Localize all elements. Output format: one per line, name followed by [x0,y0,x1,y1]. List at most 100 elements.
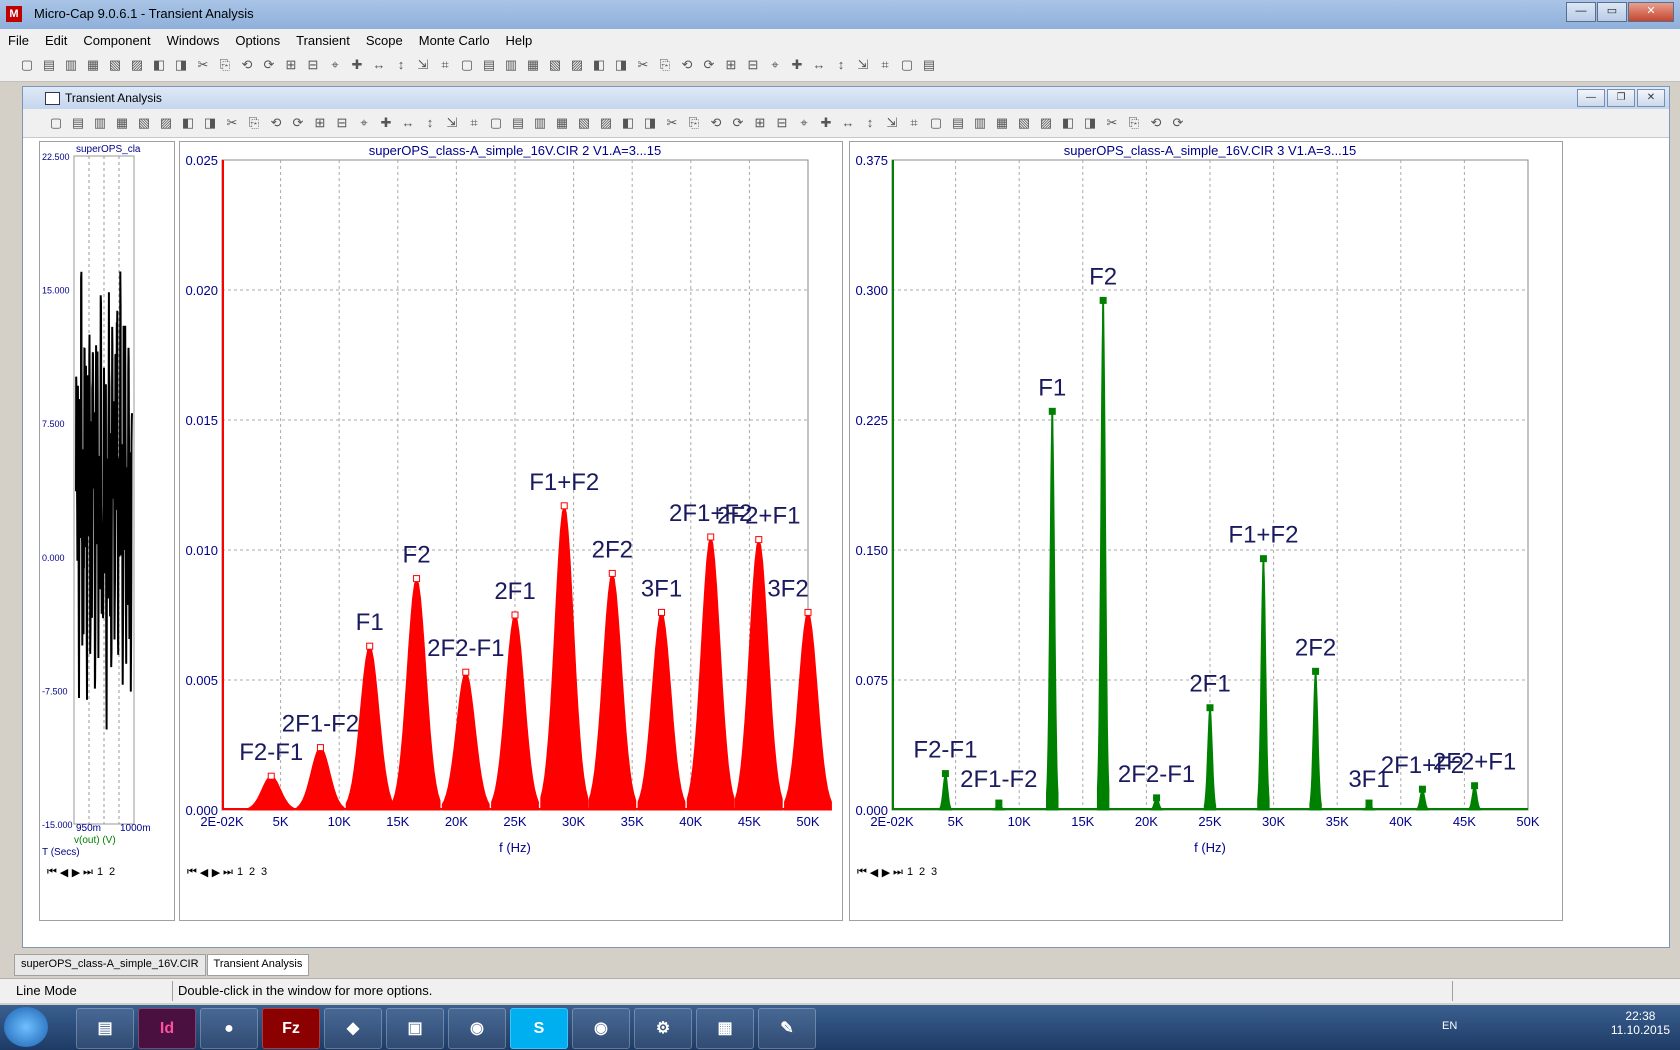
toolbar-button-icon[interactable]: ▨ [157,114,175,132]
toolbar-button-icon[interactable]: ▨ [128,56,146,74]
toolbar-button-icon[interactable]: ✂ [194,56,212,74]
toolbar-button-icon[interactable]: ⇲ [443,114,461,132]
toolbar-button-icon[interactable]: ↔ [370,56,388,74]
maximize-button[interactable]: ▭ [1597,2,1627,22]
language-indicator[interactable]: EN [1442,1020,1457,1032]
toolbar-button-icon[interactable]: ▦ [993,114,1011,132]
toolbar-button-icon[interactable]: ⊞ [311,114,329,132]
menu-file[interactable]: File [0,33,37,48]
toolbar-button-icon[interactable]: ⌗ [436,56,454,74]
toolbar-button-icon[interactable]: ⌖ [766,56,784,74]
app-taskbar-icon[interactable]: ● [200,1008,258,1049]
toolbar-button-icon[interactable]: ▤ [480,56,498,74]
nav-last[interactable]: ⏭ [82,866,94,879]
toolbar-button-icon[interactable]: ✂ [634,56,652,74]
toolbar-button-icon[interactable]: ✚ [788,56,806,74]
menu-transient[interactable]: Transient [288,33,358,48]
green-tab-3[interactable]: 3 [928,866,940,878]
minimize-button[interactable]: — [1566,2,1596,22]
media-taskbar-icon[interactable]: ▣ [386,1008,444,1049]
toolbar-button-icon[interactable]: ⌖ [326,56,344,74]
red-tab-3[interactable]: 3 [258,866,270,878]
toolbar-button-icon[interactable]: ◨ [612,56,630,74]
toolbar-button-icon[interactable]: ⟳ [1169,114,1187,132]
paint-taskbar-icon[interactable]: ✎ [758,1008,816,1049]
toolbar-button-icon[interactable]: ▧ [135,114,153,132]
toolbar-button-icon[interactable]: ↔ [399,114,417,132]
filezilla-taskbar-icon[interactable]: Fz [262,1008,320,1049]
toolbar-button-icon[interactable]: ⌗ [465,114,483,132]
red-nav-prev[interactable]: ◀ [198,866,210,879]
doc-tab-circuit[interactable]: superOPS_class-A_simple_16V.CIR [14,954,206,976]
explorer-taskbar-icon[interactable]: ▤ [76,1008,134,1049]
toolbar-button-icon[interactable]: ▧ [546,56,564,74]
red-tab-1[interactable]: 1 [234,866,246,878]
toolbar-button-icon[interactable]: ✚ [377,114,395,132]
toolbar-button-icon[interactable]: ⊟ [333,114,351,132]
toolbar-button-icon[interactable]: ▥ [62,56,80,74]
toolbar-button-icon[interactable]: ⊞ [722,56,740,74]
toolbar-button-icon[interactable]: ◨ [641,114,659,132]
toolbar-button-icon[interactable]: ◧ [179,114,197,132]
green-nav-prev[interactable]: ◀ [868,866,880,879]
toolbar-button-icon[interactable]: ▤ [949,114,967,132]
toolbar-button-icon[interactable]: ⊟ [744,56,762,74]
time-plot-pane[interactable]: superOPS_cla 22.500 15.000 7.500 0.000 -7.50… [39,141,175,921]
toolbar-button-icon[interactable]: ◧ [1059,114,1077,132]
toolbar-button-icon[interactable]: ⎘ [245,114,263,132]
toolbar-button-icon[interactable]: ⇲ [883,114,901,132]
toolbar-button-icon[interactable]: ⎘ [685,114,703,132]
toolbar-button-icon[interactable]: ◨ [1081,114,1099,132]
red-spectrum-pane[interactable]: superOPS_class-A_simple_16V.CIR 2 V1.A=3… [179,141,843,921]
toolbar-button-icon[interactable]: ✚ [348,56,366,74]
toolbar-button-icon[interactable]: ⌖ [795,114,813,132]
toolbar-button-icon[interactable]: ⇲ [414,56,432,74]
calculator-taskbar-icon[interactable]: ▦ [696,1008,754,1049]
toolbar-button-icon[interactable]: ◧ [590,56,608,74]
toolbar-button-icon[interactable]: ▢ [898,56,916,74]
red-nav-next[interactable]: ▶ [210,866,222,879]
toolbar-button-icon[interactable]: ⟳ [729,114,747,132]
toolbar-button-icon[interactable]: ⎘ [1125,114,1143,132]
toolbar-button-icon[interactable]: ⇲ [854,56,872,74]
chrome-taskbar-icon[interactable]: ◉ [448,1008,506,1049]
menu-options[interactable]: Options [227,33,288,48]
toolbar-button-icon[interactable]: ▥ [971,114,989,132]
nav-next[interactable]: ▶ [70,866,82,879]
menu-edit[interactable]: Edit [37,33,75,48]
red-tab-2[interactable]: 2 [246,866,258,878]
toolbar-button-icon[interactable]: ▧ [106,56,124,74]
toolbar-button-icon[interactable]: ⟳ [289,114,307,132]
red-spectrum-chart[interactable]: superOPS_class-A_simple_16V.CIR 2 V1.A=3… [180,142,842,920]
toolbar-button-icon[interactable]: ↔ [839,114,857,132]
toolbar-button-icon[interactable]: ◧ [150,56,168,74]
chrome2-taskbar-icon[interactable]: ◉ [572,1008,630,1049]
toolbar-button-icon[interactable]: ▤ [69,114,87,132]
skype-taskbar-icon[interactable]: S [510,1008,568,1049]
toolbar-button-icon[interactable]: ⌗ [876,56,894,74]
start-button[interactable] [4,1007,48,1047]
toolbar-button-icon[interactable]: ⟲ [1147,114,1165,132]
toolbar-button-icon[interactable]: ▢ [487,114,505,132]
toolbar-button-icon[interactable]: ▤ [509,114,527,132]
toolbar-button-icon[interactable]: ▢ [927,114,945,132]
green-nav-last[interactable]: ⏭ [892,866,904,879]
toolbar-button-icon[interactable]: ⟲ [707,114,725,132]
close-button[interactable]: ✕ [1628,2,1674,22]
toolbar-button-icon[interactable]: ⟲ [267,114,285,132]
toolbar-button-icon[interactable]: ↔ [810,56,828,74]
red-nav-first[interactable]: ⏮ [186,866,198,879]
toolbar-button-icon[interactable]: ↕ [421,114,439,132]
green-spectrum-pane[interactable]: superOPS_class-A_simple_16V.CIR 3 V1.A=3… [849,141,1563,921]
toolbar-button-icon[interactable]: ⟳ [260,56,278,74]
child-minimize-button[interactable]: — [1577,89,1605,107]
nav-prev[interactable]: ◀ [58,866,70,879]
toolbar-button-icon[interactable]: ▢ [47,114,65,132]
toolbar-button-icon[interactable]: ▨ [1037,114,1055,132]
green-tab-1[interactable]: 1 [904,866,916,878]
left-tab-2[interactable]: 2 [106,866,118,878]
toolbar-button-icon[interactable]: ▢ [18,56,36,74]
red-nav-last[interactable]: ⏭ [222,866,234,879]
toolbar-button-icon[interactable]: ✂ [1103,114,1121,132]
green-spectrum-chart[interactable]: superOPS_class-A_simple_16V.CIR 3 V1.A=3… [850,142,1562,920]
